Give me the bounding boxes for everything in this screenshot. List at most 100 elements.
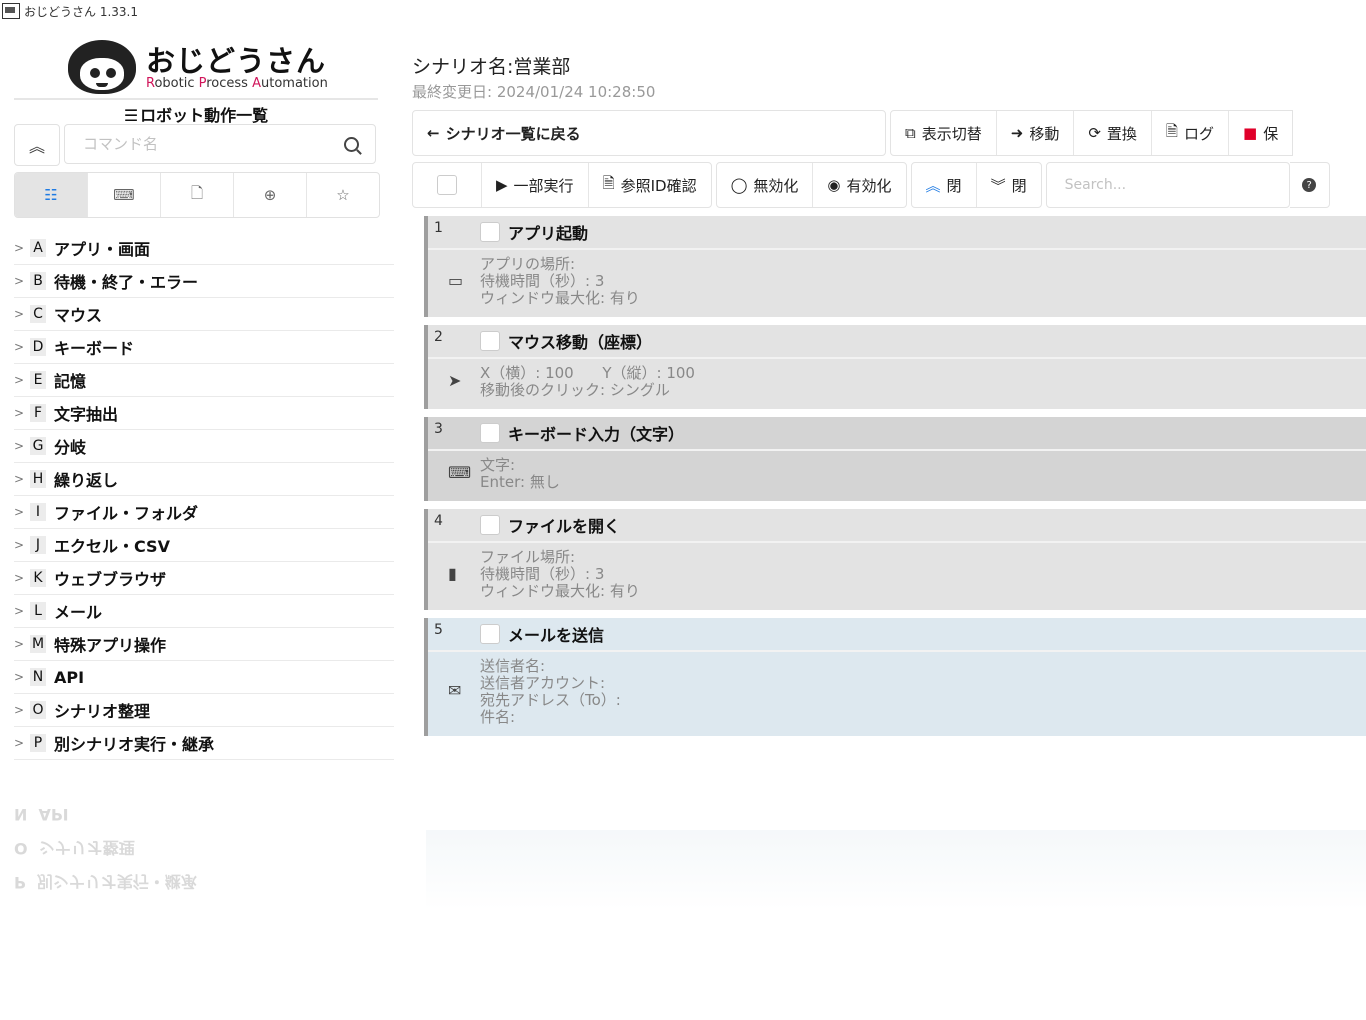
tab-keyboard[interactable]: ⌨ bbox=[88, 173, 161, 217]
reflection-text: P 別シナリオ実行・継承 bbox=[14, 872, 197, 893]
command-checkbox[interactable] bbox=[480, 423, 500, 443]
collapse-all-button[interactable]: ︽ bbox=[14, 124, 60, 166]
tab-favorites[interactable]: ☆ bbox=[307, 173, 379, 217]
partial-run-button[interactable]: ▶ 一部実行 bbox=[482, 163, 589, 207]
save-icon: ■ bbox=[1243, 124, 1258, 142]
category-item[interactable]: > F 文字抽出 bbox=[14, 397, 394, 430]
command-number: 5 bbox=[434, 622, 443, 638]
robot-action-list-title: ☰ ロボット動作一覧 bbox=[14, 98, 378, 126]
select-all-checkbox[interactable] bbox=[413, 163, 482, 207]
window-title: おじどうさん 1.33.1 bbox=[24, 4, 138, 19]
command-checkbox[interactable] bbox=[480, 222, 500, 242]
category-letter: L bbox=[30, 602, 46, 620]
category-item[interactable]: > L メール bbox=[14, 595, 394, 628]
globe-icon: ⊕ bbox=[263, 186, 277, 204]
command-detail-line: X（横）: 100 Y（縦）: 100 bbox=[480, 364, 695, 382]
scenario-title: シナリオ名:営業部 bbox=[412, 56, 571, 78]
document-icon: 🗎 bbox=[602, 173, 615, 192]
category-item[interactable]: > J エクセル・CSV bbox=[14, 529, 394, 562]
category-label: 特殊アプリ操作 bbox=[54, 636, 167, 655]
category-item[interactable]: > O シナリオ整理 bbox=[14, 694, 394, 727]
command-detail-line: 送信者アカウント: bbox=[480, 674, 606, 692]
command-search-field[interactable] bbox=[64, 124, 376, 164]
command-search-input[interactable] bbox=[81, 125, 345, 163]
category-letter: J bbox=[30, 536, 46, 554]
chevron-right-icon: > bbox=[14, 703, 25, 717]
keyboard-icon: ⌨ bbox=[448, 463, 472, 482]
search-icon[interactable] bbox=[344, 137, 359, 152]
double-chevron-up-icon: ︽ bbox=[925, 176, 941, 195]
command-search-box[interactable] bbox=[1045, 162, 1290, 208]
help-button[interactable]: ? bbox=[1289, 162, 1330, 208]
category-item[interactable]: > M 特殊アプリ操作 bbox=[14, 628, 394, 661]
tab-web[interactable]: ⊕ bbox=[234, 173, 307, 217]
category-item[interactable]: > P 別シナリオ実行・継承 bbox=[14, 727, 394, 760]
play-circle-icon: ▶ bbox=[496, 176, 508, 194]
command-card[interactable]: 2 マウス移動（座標） ➤ X（横）: 100 Y（縦）: 100 移動後のクリック: … bbox=[424, 325, 1366, 409]
command-card[interactable]: 5 メールを送信 ✉ 送信者名: 送信者アカウント: 宛先アドレス（To）: 件名: bbox=[424, 618, 1366, 736]
command-title: メールを送信 bbox=[508, 626, 605, 645]
arrow-circle-right-icon: ➜ bbox=[1010, 124, 1024, 142]
category-item[interactable]: > B 待機・終了・エラー bbox=[14, 265, 394, 298]
disable-button[interactable]: ◯ 無効化 bbox=[717, 163, 814, 207]
category-item[interactable]: > E 記憶 bbox=[14, 364, 394, 397]
command-detail-line: 送信者名: bbox=[480, 657, 546, 675]
replace-button[interactable]: ⟳ 置換 bbox=[1074, 111, 1152, 155]
save-button[interactable]: ■ 保 bbox=[1229, 111, 1292, 155]
command-card[interactable]: 4 ファイルを開く ▮ ファイル場所: 待機時間（秒）: 3 ウィンドウ最大化: 有り bbox=[424, 509, 1366, 610]
mail-icon: ✉ bbox=[448, 681, 462, 700]
command-card[interactable]: 3 キーボード入力（文字） ⌨ 文字: Enter: 無し bbox=[424, 417, 1366, 501]
category-item[interactable]: > A アプリ・画面 bbox=[14, 232, 394, 265]
refresh-icon: ⟳ bbox=[1088, 124, 1101, 142]
main-toolbar: ← シナリオ一覧に戻る ⧉ 表示切替 ➜ 移動 ⟳ 置換 🗎 ログ ■ 保 bbox=[412, 110, 1366, 156]
category-letter: A bbox=[30, 239, 46, 257]
keyboard-icon: ⌨ bbox=[113, 186, 135, 204]
command-checkbox[interactable] bbox=[480, 515, 500, 535]
display-switch-button[interactable]: ⧉ 表示切替 bbox=[891, 111, 997, 155]
category-letter: O bbox=[30, 701, 46, 719]
category-label: API bbox=[54, 667, 85, 687]
category-item[interactable]: > C マウス bbox=[14, 298, 394, 331]
category-item[interactable]: > I ファイル・フォルダ bbox=[14, 496, 394, 529]
collapse-down-button[interactable]: ︾ 閉 bbox=[977, 163, 1041, 207]
move-button[interactable]: ➜ 移動 bbox=[997, 111, 1075, 155]
collapse-up-button[interactable]: ︽ 閉 bbox=[912, 163, 977, 207]
back-to-scenario-list-button[interactable]: ← シナリオ一覧に戻る bbox=[413, 111, 595, 155]
arrow-left-icon: ← bbox=[427, 124, 440, 142]
logo-title: おじどうさん bbox=[146, 44, 327, 78]
reference-id-button[interactable]: 🗎 参照ID確認 bbox=[589, 163, 711, 207]
run-group: ▶ 一部実行 🗎 参照ID確認 bbox=[412, 162, 712, 208]
enable-button[interactable]: ◉ 有効化 bbox=[813, 163, 905, 207]
chevron-right-icon: > bbox=[14, 307, 25, 321]
category-letter: I bbox=[30, 503, 46, 521]
tab-list[interactable]: ☷ bbox=[15, 173, 88, 217]
command-card[interactable]: 1 アプリ起動 ▭ アプリの場所: 待機時間（秒）: 3 ウィンドウ最大化: 有り bbox=[424, 216, 1366, 317]
category-letter: K bbox=[30, 569, 46, 587]
command-number: 3 bbox=[434, 421, 443, 437]
category-label: 分岐 bbox=[54, 438, 87, 457]
command-search-input[interactable] bbox=[1062, 176, 1287, 194]
category-item[interactable]: > K ウェブブラウザ bbox=[14, 562, 394, 595]
category-item[interactable]: > D キーボード bbox=[14, 331, 394, 364]
category-label: 別シナリオ実行・継承 bbox=[54, 735, 215, 754]
help-icon: ? bbox=[1302, 178, 1317, 192]
category-item[interactable]: > G 分岐 bbox=[14, 430, 394, 463]
toggle-off-icon: ◯ bbox=[730, 176, 748, 194]
command-checkbox[interactable] bbox=[480, 624, 500, 644]
category-item[interactable]: > H 繰り返し bbox=[14, 463, 394, 496]
log-button[interactable]: 🗎 ログ bbox=[1152, 111, 1229, 155]
chevron-right-icon: > bbox=[14, 571, 25, 585]
category-item[interactable]: > N API bbox=[14, 661, 394, 694]
star-icon: ☆ bbox=[336, 186, 350, 204]
chevron-right-icon: > bbox=[14, 538, 25, 552]
category-letter: C bbox=[30, 305, 46, 323]
category-letter: F bbox=[30, 404, 46, 422]
chevron-right-icon: > bbox=[14, 736, 25, 750]
chevron-right-icon: > bbox=[14, 604, 25, 618]
tab-file[interactable]: 🗋 bbox=[161, 173, 234, 217]
command-detail-line: 待機時間（秒）: 3 bbox=[480, 272, 605, 290]
command-title: キーボード入力（文字） bbox=[508, 425, 685, 444]
command-checkbox[interactable] bbox=[480, 331, 500, 351]
category-label: 文字抽出 bbox=[54, 405, 119, 424]
category-label: シナリオ整理 bbox=[54, 702, 151, 721]
